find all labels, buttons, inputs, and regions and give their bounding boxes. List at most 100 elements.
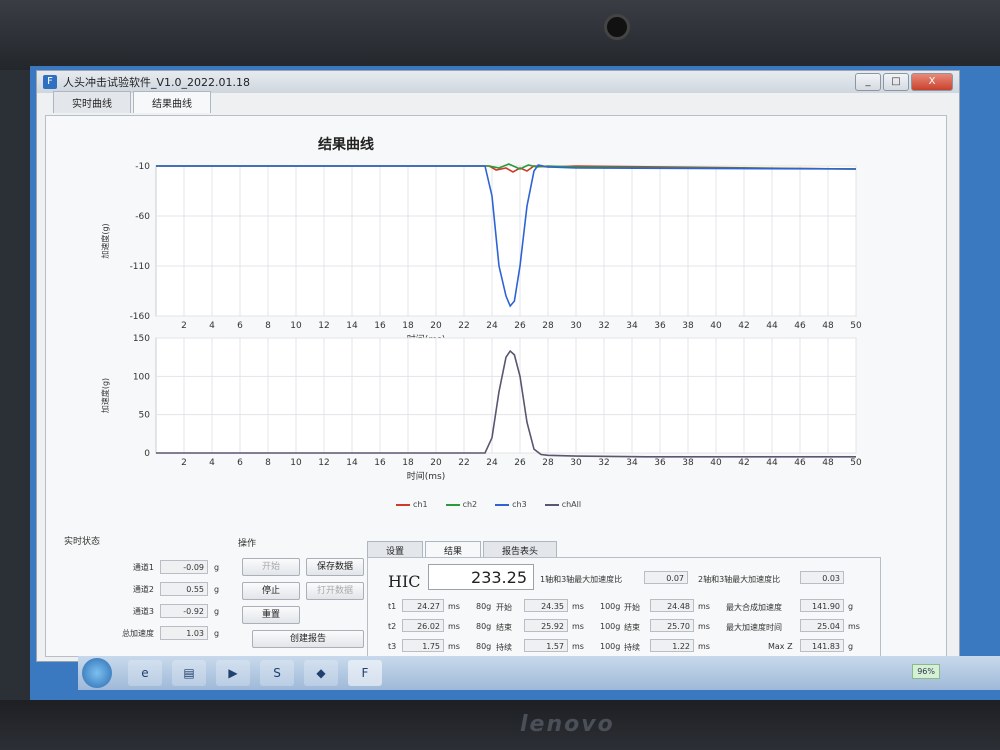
- y-tick-label: -60: [135, 212, 150, 222]
- app-window: F 人头冲击试验软件_V1.0_2022.01.18 _ □ X 实时曲线 结果…: [36, 70, 960, 662]
- ratio23-value: 0.03: [800, 571, 844, 584]
- ie-taskbar-icon[interactable]: e: [128, 660, 162, 686]
- y-tick-label: 100: [133, 372, 150, 382]
- maximize-button[interactable]: □: [883, 73, 909, 91]
- media-taskbar-icon[interactable]: ▶: [216, 660, 250, 686]
- g80-label: 80g: [476, 642, 492, 651]
- g100-start-value: 24.48: [650, 599, 694, 612]
- maxz-value: 141.83: [800, 639, 844, 652]
- chart-top: 2 4 6 8 10 12 14 16 18 20 22 24 26 28 30 32 34 36 38 40 42 44…: [100, 162, 862, 345]
- t2-value: 26.02: [402, 619, 444, 632]
- reset-button[interactable]: 重置: [242, 606, 300, 624]
- main-tabs: 实时曲线 结果曲线: [37, 91, 959, 113]
- stop-button[interactable]: 停止: [242, 582, 300, 600]
- laptop-brand-logo: lenovo: [520, 712, 615, 737]
- channel2-label: 通道2: [132, 585, 154, 594]
- ms-unit: ms: [448, 602, 460, 611]
- ms-unit: ms: [448, 642, 460, 651]
- battery-indicator[interactable]: 96%: [912, 664, 940, 679]
- g80-end-label: 结束: [496, 623, 512, 632]
- x-tick-label: 16: [374, 458, 386, 468]
- t3-label: t3: [388, 642, 397, 651]
- x-tick-label: 38: [682, 458, 694, 468]
- g80-start-label: 开始: [496, 603, 512, 612]
- app-icon: F: [43, 75, 57, 89]
- g100-start-label: 开始: [624, 603, 640, 612]
- x-tick-label: 34: [626, 458, 638, 468]
- start-button[interactable]: 开始: [242, 558, 300, 576]
- browser-taskbar-icon[interactable]: S: [260, 660, 294, 686]
- hic-label: HIC: [388, 572, 421, 591]
- create-report-button[interactable]: 创建报告: [252, 630, 364, 648]
- x-tick-label: 8: [265, 458, 271, 468]
- ratio23-label: 2轴和3轴最大加速度比: [698, 575, 781, 584]
- x-tick-label: 32: [598, 458, 609, 468]
- legend-ch1: ch1: [396, 500, 428, 509]
- y-tick-label: -160: [130, 312, 151, 322]
- x-tick-label: 24: [486, 458, 498, 468]
- x-tick-label: 4: [209, 458, 215, 468]
- x-tick-label: 22: [458, 458, 469, 468]
- ms-unit: ms: [698, 602, 710, 611]
- y-tick-label: 50: [139, 411, 151, 421]
- ms-unit: ms: [698, 642, 710, 651]
- x-tick-label: 50: [850, 458, 862, 468]
- max-acc-label: 最大合成加速度: [726, 603, 782, 612]
- channel3-label: 通道3: [132, 607, 154, 616]
- x-tick-label: 44: [766, 458, 778, 468]
- channel2-value: 0.55: [160, 582, 208, 596]
- x-tick-label: 6: [237, 458, 243, 468]
- legend-ch3: ch3: [495, 500, 527, 509]
- unit-g: g: [214, 607, 220, 616]
- g80-label: 80g: [476, 602, 492, 611]
- g100-dur-label: 持续: [624, 643, 640, 652]
- ms-unit: ms: [572, 642, 584, 651]
- max-acc-value: 141.90: [800, 599, 844, 612]
- g80-start-value: 24.35: [524, 599, 568, 612]
- x-tick-label: 28: [542, 458, 554, 468]
- x-tick-label: 18: [402, 458, 414, 468]
- t1-label: t1: [388, 602, 397, 611]
- tab-realtime-curve[interactable]: 实时曲线: [53, 91, 131, 113]
- x-axis-label: 时间(ms): [407, 470, 445, 482]
- g100-label: 100g: [600, 642, 621, 651]
- t2-label: t2: [388, 622, 397, 631]
- g100-end-label: 结束: [624, 623, 640, 632]
- x-tick-label: 48: [822, 458, 834, 468]
- y-tick-label: -10: [135, 162, 150, 172]
- chart-bottom: 2 4 6 8 10 12 14 16 18 20 22 24 26 28 30 32 34 36 38 40 42 44…: [100, 334, 862, 482]
- x-tick-label: 30: [570, 458, 582, 468]
- legend-chall: chAll: [544, 500, 581, 509]
- chart-legend: ch1 ch2 ch3 chAll: [396, 500, 581, 509]
- ratio13-value: 0.07: [644, 571, 688, 584]
- close-button[interactable]: X: [911, 73, 953, 91]
- channel1-label: 通道1: [132, 563, 154, 572]
- title-bar[interactable]: F 人头冲击试验软件_V1.0_2022.01.18 _ □ X: [37, 71, 959, 93]
- g100-label: 100g: [600, 602, 621, 611]
- laptop-bezel-bottom: [0, 700, 1000, 750]
- x-tick-label: 2: [181, 458, 187, 468]
- g80-dur-label: 持续: [496, 643, 512, 652]
- hic-value: 233.25: [428, 564, 534, 590]
- tab-result-curve[interactable]: 结果曲线: [133, 91, 211, 113]
- open-data-button[interactable]: 打开数据: [306, 582, 364, 600]
- y-tick-label: -110: [130, 262, 151, 272]
- x-tick-label: 40: [710, 458, 722, 468]
- test-software-taskbar-icon[interactable]: F: [348, 660, 382, 686]
- window-title: 人头冲击试验软件_V1.0_2022.01.18: [63, 76, 250, 89]
- unit-g: g: [214, 629, 220, 638]
- minimize-button[interactable]: _: [855, 73, 881, 91]
- explorer-taskbar-icon[interactable]: ▤: [172, 660, 206, 686]
- results-panel: HIC 233.25 1轴和3轴最大加速度比 0.07 2轴和3轴最大加速度比 …: [367, 557, 881, 661]
- legend-ch2: ch2: [445, 500, 477, 509]
- save-data-button[interactable]: 保存数据: [306, 558, 364, 576]
- realtime-status-title: 实时状态: [64, 537, 101, 547]
- channel1-value: -0.09: [160, 560, 208, 574]
- x-tick-label: 36: [654, 458, 666, 468]
- start-button[interactable]: [82, 658, 112, 688]
- app2-taskbar-icon[interactable]: ◆: [304, 660, 338, 686]
- g-unit: g: [848, 642, 854, 651]
- y-axis-label: 加速度(g): [100, 223, 110, 258]
- ms-unit: ms: [572, 622, 584, 631]
- y-tick-label: 150: [133, 334, 150, 344]
